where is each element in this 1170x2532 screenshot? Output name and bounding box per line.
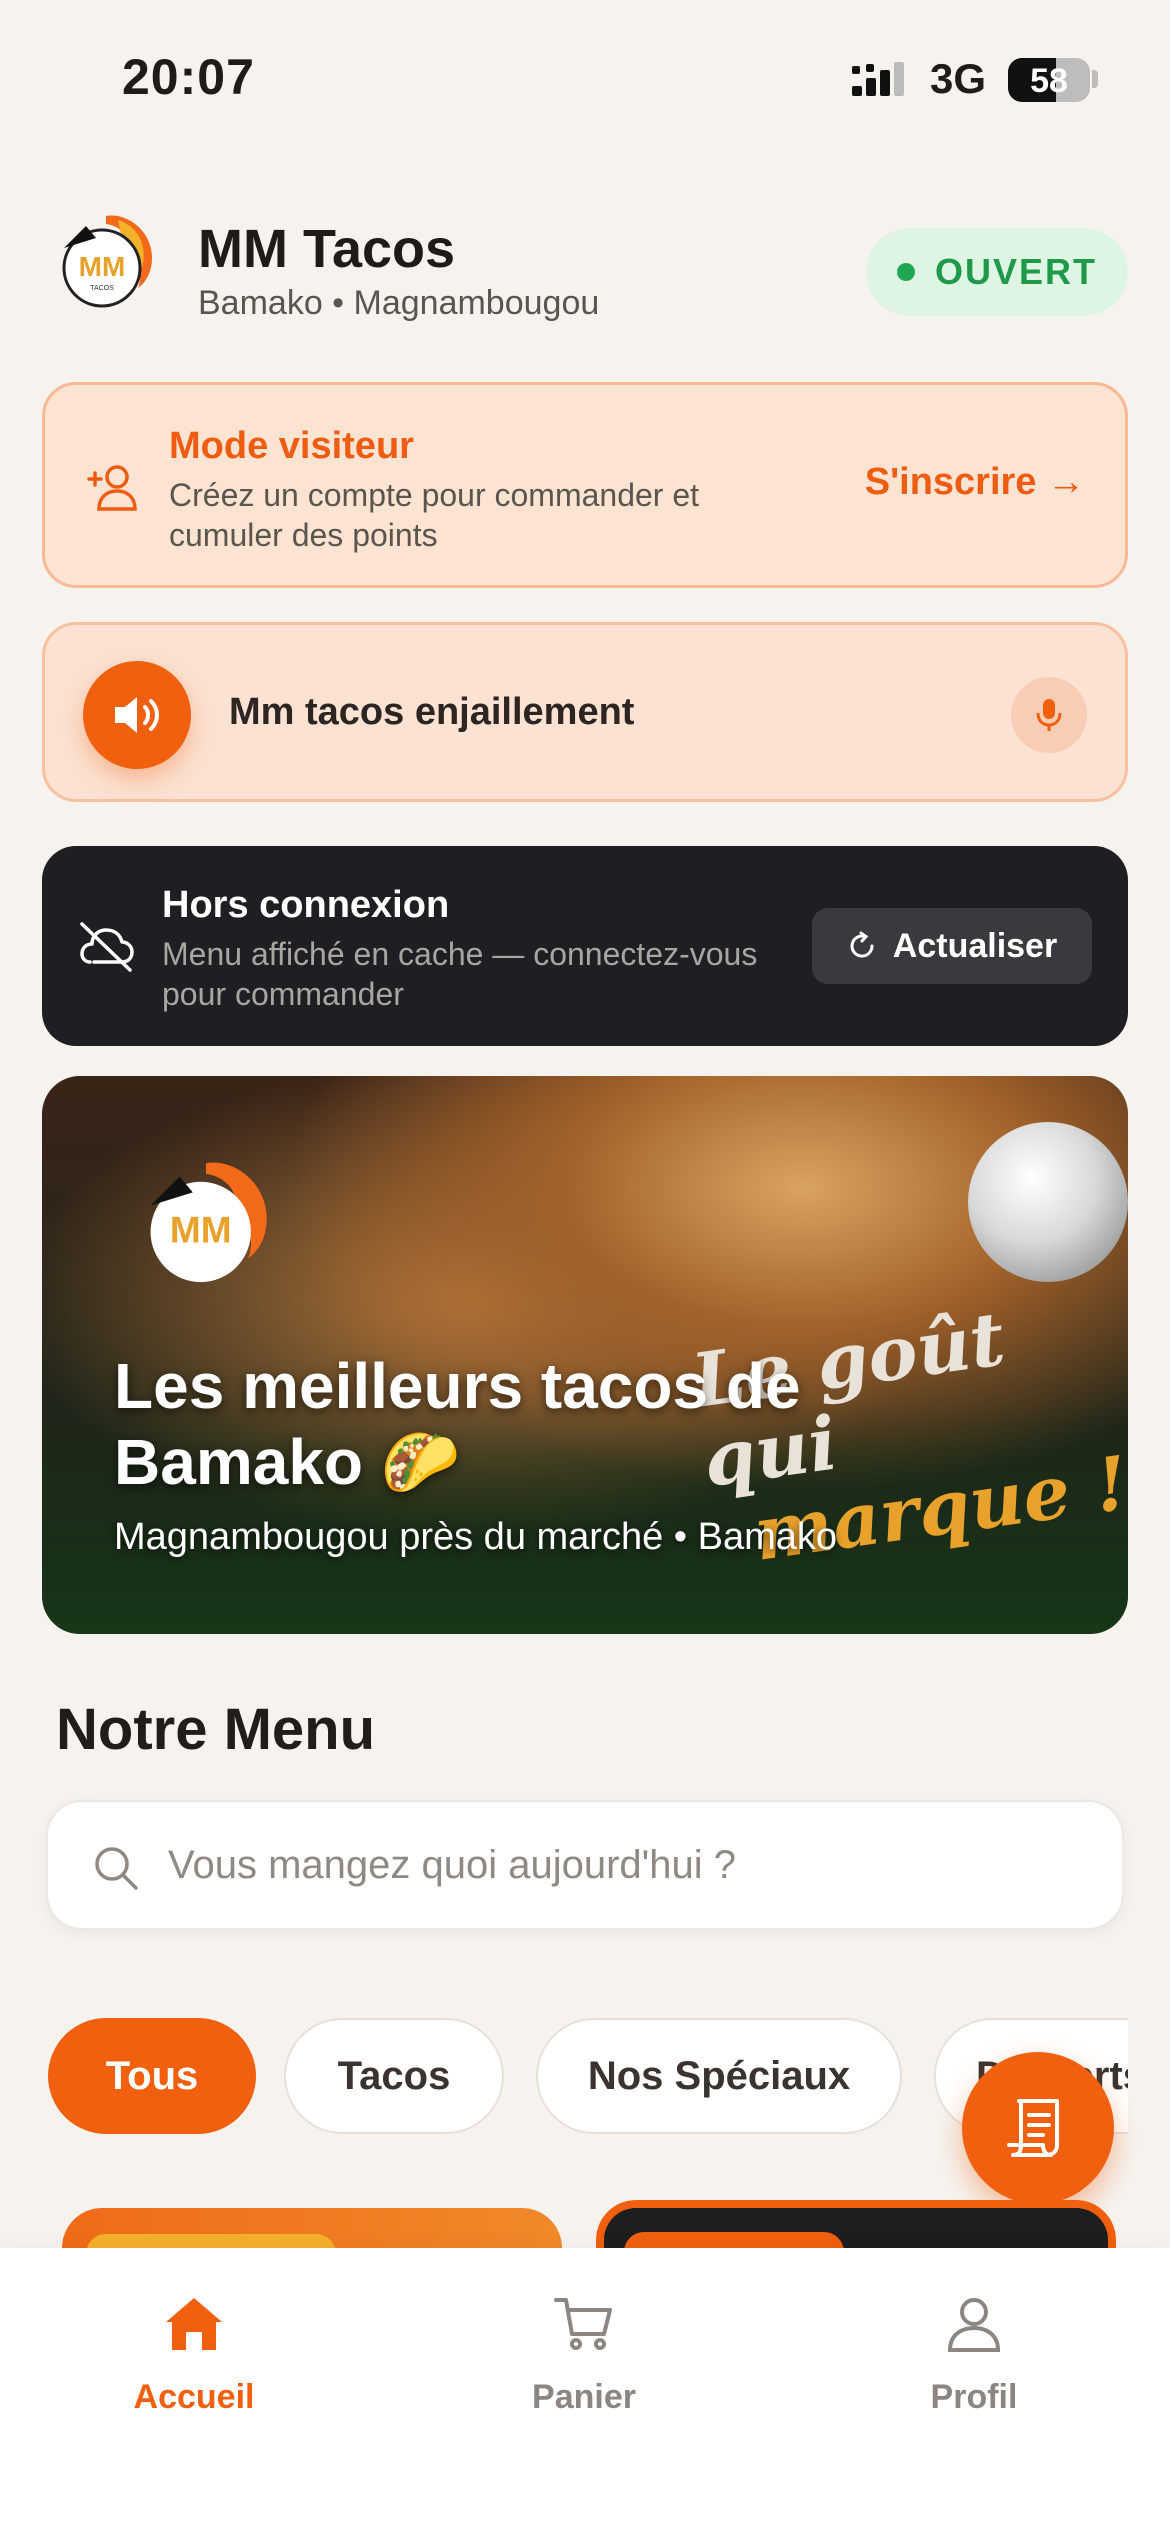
visitor-mode-banner: Mode visiteur Créez un compte pour comma… <box>42 382 1128 588</box>
offline-notice: Hors connexion Menu affiché en cache — c… <box>42 846 1128 1046</box>
visitor-mode-description: Créez un compte pour commander et cumule… <box>169 477 700 553</box>
cloud-offline-icon <box>80 922 134 972</box>
store-name: MM Tacos <box>198 219 456 279</box>
audio-player: Mm tacos enjaillement <box>42 622 1128 802</box>
network-type: 3G <box>930 55 987 102</box>
open-status-label: OUVERT <box>934 251 1097 292</box>
store-header: MM TACOS MM Tacos Bamako • Magnambougou … <box>56 210 1128 330</box>
search-input[interactable] <box>168 1802 1068 1928</box>
nav-cart-label: Panier <box>532 2378 636 2416</box>
add-user-icon <box>87 465 137 511</box>
store-location: Bamako • Magnambougou <box>198 284 600 322</box>
visitor-mode-title: Mode visiteur <box>169 425 414 467</box>
hero-banner[interactable]: MM Le goût qui marque ! Les meilleurs ta… <box>42 1076 1128 1634</box>
refresh-label: Actualiser <box>892 926 1058 965</box>
cart-icon <box>554 2298 612 2350</box>
offline-description: Menu affiché en cache — connectez-vous p… <box>162 936 758 1012</box>
category-chip-tacos[interactable]: Tacos <box>284 2018 504 2134</box>
battery-icon: 58 <box>1008 58 1090 102</box>
speaker-button[interactable] <box>83 661 191 769</box>
orders-fab[interactable] <box>962 2052 1114 2204</box>
battery-level: 58 <box>1030 62 1068 100</box>
status-time: 20:07 <box>122 49 255 105</box>
receipt-icon <box>1007 2099 1059 2157</box>
bottom-navigation: Accueil Panier Profil <box>0 2248 1170 2532</box>
svg-text:MM: MM <box>79 251 126 282</box>
svg-text:TACOS: TACOS <box>90 285 114 292</box>
refresh-icon <box>850 931 874 958</box>
speaker-icon <box>115 697 159 733</box>
signal-icon <box>852 62 904 96</box>
signup-button[interactable]: S'inscrire → <box>865 461 1085 504</box>
category-chip-tous[interactable]: Tous <box>48 2018 256 2134</box>
svg-text:MM: MM <box>170 1209 232 1250</box>
nav-home[interactable]: Accueil <box>74 2292 314 2442</box>
profile-icon <box>947 2298 1001 2352</box>
status-dot-icon <box>896 263 915 281</box>
nav-cart[interactable]: Panier <box>464 2292 704 2442</box>
nav-home-label: Accueil <box>133 2378 255 2416</box>
microphone-icon <box>1036 699 1062 731</box>
search-icon <box>95 1847 138 1890</box>
menu-title: Notre Menu <box>56 1697 375 1762</box>
search-bar[interactable] <box>46 1800 1124 1930</box>
hero-title: Les meilleurs tacos de Bamako 🌮 <box>114 1350 801 1498</box>
home-icon <box>166 2298 222 2350</box>
offline-title: Hors connexion <box>162 884 450 926</box>
refresh-button[interactable]: Actualiser <box>812 908 1092 984</box>
battery-nub <box>1092 70 1098 88</box>
category-chip-specials[interactable]: Nos Spéciaux <box>536 2018 902 2134</box>
nav-profile[interactable]: Profil <box>854 2292 1094 2442</box>
store-logo: MM TACOS <box>62 215 152 308</box>
football-image <box>968 1122 1128 1282</box>
hero-logo: MM <box>150 1162 267 1283</box>
hero-subtitle: Magnambougou près du marché • Bamako <box>114 1516 838 1558</box>
status-bar: 20:07 3G 58 <box>0 0 1170 150</box>
audio-title: Mm tacos enjaillement <box>229 691 635 733</box>
microphone-button[interactable] <box>1011 677 1087 753</box>
nav-profile-label: Profil <box>930 2378 1018 2416</box>
open-status-badge: OUVERT <box>866 228 1128 316</box>
